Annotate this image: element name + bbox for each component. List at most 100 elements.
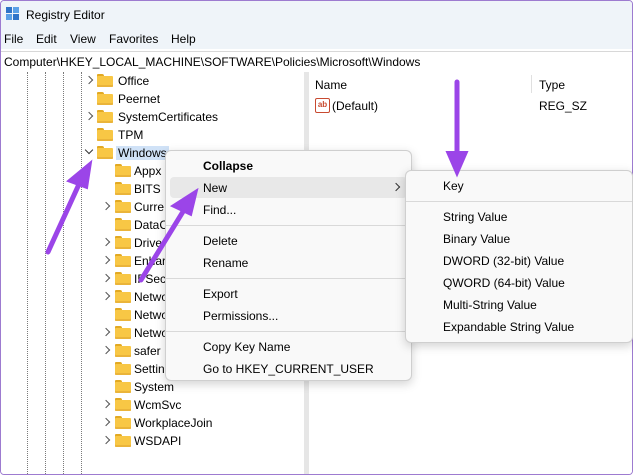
title-bar: Registry Editor: [1, 1, 632, 29]
new-submenu-item-label: String Value: [443, 210, 508, 224]
new-submenu-item-label: Key: [443, 179, 464, 193]
folder-icon: [115, 416, 131, 429]
chevron-right-icon: [391, 182, 401, 192]
address-bar[interactable]: Computer\HKEY_LOCAL_MACHINE\SOFTWARE\Pol…: [1, 51, 632, 73]
chevron-right-icon[interactable]: [102, 292, 110, 300]
new-submenu-item-expandable-string-value[interactable]: Expandable String Value: [410, 316, 628, 337]
folder-icon: [97, 74, 113, 87]
new-submenu-item-label: DWORD (32-bit) Value: [443, 254, 565, 268]
context-menu-item-label: Go to HKEY_CURRENT_USER: [203, 362, 374, 376]
column-header-name[interactable]: Name: [315, 78, 347, 92]
folder-icon: [115, 182, 131, 195]
tree-item-label: WSDAPI: [134, 434, 182, 448]
context-menu-item-label: Rename: [203, 256, 249, 270]
tree-item-tpm[interactable]: TPM: [1, 127, 304, 145]
tree-item-wsdapi[interactable]: WSDAPI: [1, 433, 304, 451]
folder-icon: [115, 254, 131, 267]
tree-item-label: BITS: [134, 182, 161, 196]
chevron-right-icon[interactable]: [102, 400, 110, 408]
context-menu-item-collapse[interactable]: Collapse: [170, 155, 407, 176]
menu-file[interactable]: File: [4, 32, 23, 46]
menu-separator: [166, 331, 411, 332]
tree-item-label: safer: [134, 344, 161, 358]
tree-item-label: System: [134, 380, 175, 394]
menu-separator: [166, 225, 411, 226]
context-menu-item-label: Find...: [203, 203, 237, 217]
folder-icon: [115, 290, 131, 303]
context-menu-item-label: Delete: [203, 234, 238, 248]
context-menu-item-label: Export: [203, 287, 238, 301]
context-menu-item-go-to-hkey-current-user[interactable]: Go to HKEY_CURRENT_USER: [170, 358, 407, 379]
tree-item-office[interactable]: Office: [1, 73, 304, 91]
tree-item-system[interactable]: System: [1, 379, 304, 397]
tree-item-label: Appx: [134, 164, 162, 178]
folder-icon: [115, 362, 131, 375]
folder-icon: [115, 236, 131, 249]
new-submenu-item-label: Binary Value: [443, 232, 511, 246]
context-menu-item-copy-key-name[interactable]: Copy Key Name: [170, 336, 407, 357]
new-submenu-item-label: Expandable String Value: [443, 320, 575, 334]
new-submenu-item-qword-64-bit-value[interactable]: QWORD (64-bit) Value: [410, 272, 628, 293]
new-submenu-item-key[interactable]: Key: [410, 175, 628, 196]
chevron-right-icon[interactable]: [102, 436, 110, 444]
context-menu-item-find[interactable]: Find...: [170, 199, 407, 220]
column-header-type[interactable]: Type: [539, 78, 565, 92]
menu-favorites[interactable]: Favorites: [109, 32, 158, 46]
tree-item-label: WorkplaceJoin: [134, 416, 213, 430]
folder-icon: [115, 380, 131, 393]
tree-item-label: Windows: [116, 146, 169, 160]
tree-item-wcmsvc[interactable]: WcmSvc: [1, 397, 304, 415]
context-menu-item-rename[interactable]: Rename: [170, 252, 407, 273]
new-submenu-item-multi-string-value[interactable]: Multi-String Value: [410, 294, 628, 315]
tree-item-label: Curre: [134, 200, 165, 214]
folder-icon: [97, 110, 113, 123]
context-menu-item-label: Collapse: [203, 159, 254, 173]
menu-edit[interactable]: Edit: [36, 32, 57, 46]
tree-item-workplacejoin[interactable]: WorkplaceJoin: [1, 415, 304, 433]
tree-item-label: TPM: [118, 128, 144, 142]
chevron-right-icon[interactable]: [85, 112, 93, 120]
menu-help[interactable]: Help: [171, 32, 196, 46]
value-row[interactable]: ab (Default) REG_SZ: [309, 97, 632, 115]
chevron-right-icon[interactable]: [102, 418, 110, 426]
context-menu-item-new[interactable]: New: [170, 177, 407, 198]
folder-icon: [115, 200, 131, 213]
folder-icon: [115, 218, 131, 231]
folder-icon: [97, 92, 113, 105]
chevron-right-icon[interactable]: [85, 76, 93, 84]
context-menu-item-label: New: [203, 181, 228, 195]
menu-view[interactable]: View: [70, 32, 96, 46]
chevron-right-icon[interactable]: [102, 328, 110, 336]
window-title: Registry Editor: [26, 8, 105, 22]
column-divider[interactable]: [531, 75, 532, 93]
context-menu-item-label: Copy Key Name: [203, 340, 291, 354]
folder-icon: [115, 272, 131, 285]
folder-icon: [115, 326, 131, 339]
chevron-right-icon[interactable]: [102, 256, 110, 264]
new-submenu-item-label: QWORD (64-bit) Value: [443, 276, 565, 290]
context-menu-item-export[interactable]: Export: [170, 283, 407, 304]
folder-icon: [115, 434, 131, 447]
tree-item-label: Enhar: [134, 254, 167, 268]
folder-icon: [115, 308, 131, 321]
tree-item-label: IPSec: [134, 272, 167, 286]
registry-editor-icon: [6, 7, 19, 20]
new-submenu-item-string-value[interactable]: String Value: [410, 206, 628, 227]
chevron-down-icon[interactable]: [85, 148, 93, 156]
context-menu-item-delete[interactable]: Delete: [170, 230, 407, 251]
address-path[interactable]: Computer\HKEY_LOCAL_MACHINE\SOFTWARE\Pol…: [4, 55, 420, 69]
tree-item-peernet[interactable]: Peernet: [1, 91, 304, 109]
tree-item-label: WcmSvc: [134, 398, 182, 412]
chevron-right-icon[interactable]: [102, 202, 110, 210]
context-menu: Collapse New Find... Delete Rename Export Perm…: [165, 150, 412, 381]
new-submenu-item-dword-32-bit-value[interactable]: DWORD (32-bit) Value: [410, 250, 628, 271]
context-menu-item-permissions[interactable]: Permissions...: [170, 305, 407, 326]
tree-item-label: Settin: [134, 362, 165, 376]
chevron-right-icon[interactable]: [102, 274, 110, 282]
chevron-right-icon[interactable]: [102, 238, 110, 246]
chevron-right-icon[interactable]: [102, 346, 110, 354]
tree-item-systemcertificates[interactable]: SystemCertificates: [1, 109, 304, 127]
value-type: REG_SZ: [539, 99, 588, 113]
folder-icon: [115, 344, 131, 357]
new-submenu-item-binary-value[interactable]: Binary Value: [410, 228, 628, 249]
